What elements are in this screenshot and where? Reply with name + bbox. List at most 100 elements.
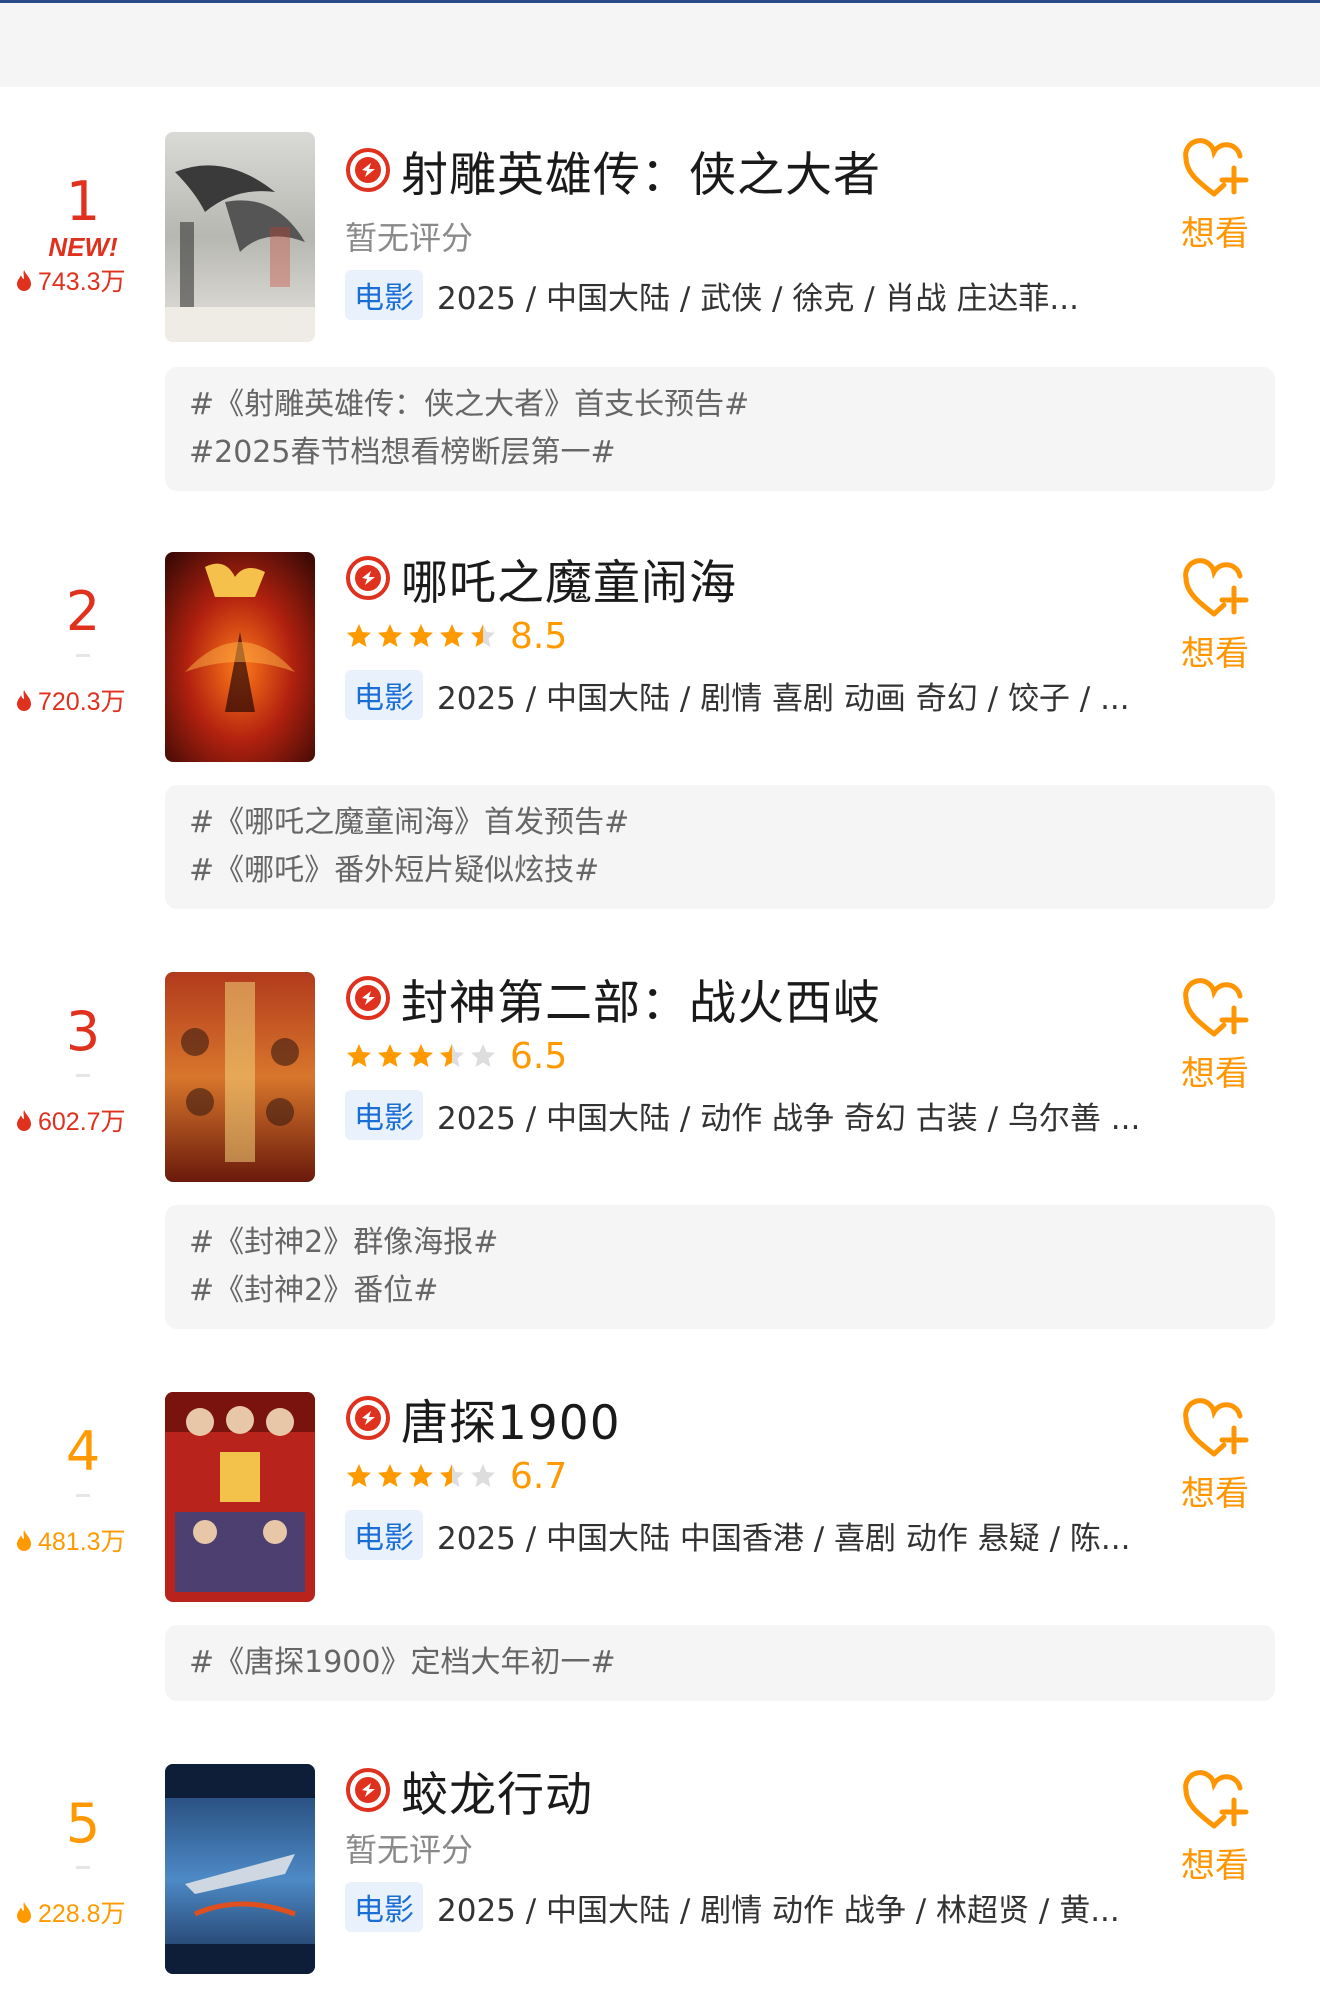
star-icon bbox=[471, 1464, 495, 1487]
star-rating bbox=[345, 622, 500, 650]
meta-row: 电影 2025 / 中国大陆 / 武侠 / 徐克 / 肖战 庄达菲... bbox=[345, 270, 1079, 320]
star-icon bbox=[440, 1044, 464, 1067]
want-to-watch-button[interactable]: 想看 bbox=[1170, 1770, 1260, 1887]
want-to-watch-button[interactable]: 想看 bbox=[1170, 978, 1260, 1095]
movie-title: 射雕英雄传：侠之大者 bbox=[401, 147, 881, 203]
heat-text: 720.3万 bbox=[38, 688, 126, 716]
star-icon bbox=[378, 1464, 402, 1487]
topic-link[interactable]: #《唐探1900》定档大年初一# bbox=[189, 1639, 1251, 1687]
topic-link[interactable]: #《哪吒》番外短片疑似炫技# bbox=[189, 847, 1251, 895]
heart-plus-icon bbox=[1183, 1398, 1249, 1457]
rank-number: 4 bbox=[65, 1420, 101, 1483]
meta-row: 电影 2025 / 中国大陆 中国香港 / 喜剧 动作 悬疑 / 陈... bbox=[345, 1510, 1130, 1560]
title-row[interactable]: 射雕英雄传：侠之大者 bbox=[345, 140, 881, 203]
no-rating-text: 暂无评分 bbox=[345, 1831, 474, 1869]
rating-row: 暂无评分 bbox=[345, 214, 473, 258]
rank-change-dash bbox=[76, 1866, 90, 1869]
heat-value: 228.8万 bbox=[14, 1899, 164, 1929]
movie-meta: 2025 / 中国大陆 / 武侠 / 徐克 / 肖战 庄达菲... bbox=[437, 280, 1079, 317]
star-icon bbox=[347, 624, 371, 647]
star-icon bbox=[378, 1044, 402, 1067]
header-bar bbox=[0, 3, 1320, 87]
want-label: 想看 bbox=[1181, 1054, 1249, 1094]
flame-icon bbox=[17, 690, 31, 711]
star-icon bbox=[409, 1044, 433, 1067]
movie-badge-icon bbox=[346, 1396, 390, 1440]
heart-plus-icon bbox=[1183, 1770, 1249, 1829]
heat-text: 743.3万 bbox=[38, 268, 126, 296]
rating-score: 8.5 bbox=[510, 615, 568, 657]
rank-number: 2 bbox=[65, 580, 101, 643]
heart-plus-icon bbox=[1183, 138, 1249, 197]
want-to-watch-button[interactable]: 想看 bbox=[1170, 138, 1260, 255]
star-icon bbox=[471, 624, 495, 647]
heart-plus-icon bbox=[1183, 978, 1249, 1037]
star-icon bbox=[347, 1044, 371, 1067]
want-to-watch-button[interactable]: 想看 bbox=[1170, 1398, 1260, 1515]
movie-badge-icon bbox=[346, 1768, 390, 1812]
movie-poster[interactable] bbox=[165, 972, 315, 1182]
topic-box: #《哪吒之魔童闹海》首发预告# #《哪吒》番外短片疑似炫技# bbox=[165, 785, 1275, 909]
title-row[interactable]: 唐探1900 bbox=[345, 1388, 621, 1451]
topic-link[interactable]: #《封神2》番位# bbox=[189, 1267, 1251, 1315]
topic-link[interactable]: #《射雕英雄传：侠之大者》首支长预告# bbox=[189, 381, 1251, 429]
heat-value: 481.3万 bbox=[14, 1527, 164, 1557]
title-row[interactable]: 哪吒之魔童闹海 bbox=[345, 548, 737, 611]
rating-score: 6.7 bbox=[510, 1455, 568, 1497]
rank-change-dash bbox=[76, 1074, 90, 1077]
want-label: 想看 bbox=[1181, 634, 1249, 674]
flame-icon bbox=[17, 1902, 31, 1923]
rating-row: 6.7 bbox=[345, 1454, 567, 1498]
movie-title: 哪吒之魔童闹海 bbox=[401, 555, 737, 611]
movie-badge-icon bbox=[346, 556, 390, 600]
movie-badge-icon bbox=[346, 148, 390, 192]
heart-plus-icon bbox=[1183, 558, 1249, 617]
want-to-watch-button[interactable]: 想看 bbox=[1170, 558, 1260, 675]
rank-change-dash bbox=[76, 654, 90, 657]
meta-row: 电影 2025 / 中国大陆 / 动作 战争 奇幻 古装 / 乌尔善 ... bbox=[345, 1090, 1140, 1140]
star-icon bbox=[471, 1044, 495, 1067]
rating-row: 8.5 bbox=[345, 614, 567, 658]
heat-text: 602.7万 bbox=[38, 1108, 126, 1136]
rank-change-dash bbox=[76, 1494, 90, 1497]
star-icon bbox=[409, 624, 433, 647]
flame-icon bbox=[17, 1530, 31, 1551]
movie-meta: 2025 / 中国大陆 / 剧情 喜剧 动画 奇幻 / 饺子 / ... bbox=[437, 680, 1130, 717]
heat-value: 743.3万 bbox=[14, 267, 164, 297]
movie-poster[interactable] bbox=[165, 1392, 315, 1602]
rank-number: 5 bbox=[65, 1792, 101, 1855]
topic-link[interactable]: #《封神2》群像海报# bbox=[189, 1219, 1251, 1267]
no-rating-text: 暂无评分 bbox=[345, 219, 474, 257]
heat-text: 481.3万 bbox=[38, 1528, 126, 1556]
star-rating bbox=[345, 1042, 500, 1070]
topic-link[interactable]: #《哪吒之魔童闹海》首发预告# bbox=[189, 799, 1251, 847]
movie-badge-icon bbox=[346, 976, 390, 1020]
type-tag: 电影 bbox=[345, 1510, 423, 1560]
star-icon bbox=[378, 624, 402, 647]
type-tag: 电影 bbox=[345, 1882, 423, 1932]
star-icon bbox=[440, 1464, 464, 1487]
star-icon bbox=[347, 1464, 371, 1487]
meta-row: 电影 2025 / 中国大陆 / 剧情 喜剧 动画 奇幻 / 饺子 / ... bbox=[345, 670, 1130, 720]
movie-poster[interactable] bbox=[165, 132, 315, 342]
title-row[interactable]: 蛟龙行动 bbox=[345, 1760, 593, 1823]
want-label: 想看 bbox=[1181, 1846, 1249, 1886]
movie-title: 封神第二部：战火西岐 bbox=[401, 975, 881, 1031]
want-label: 想看 bbox=[1181, 214, 1249, 254]
movie-meta: 2025 / 中国大陆 / 动作 战争 奇幻 古装 / 乌尔善 ... bbox=[437, 1100, 1141, 1137]
type-tag: 电影 bbox=[345, 1090, 423, 1140]
star-rating bbox=[345, 1462, 500, 1490]
topic-box: #《唐探1900》定档大年初一# bbox=[165, 1625, 1275, 1701]
rank-number: 3 bbox=[65, 1000, 101, 1063]
flame-icon bbox=[17, 1110, 31, 1131]
star-icon bbox=[409, 1464, 433, 1487]
topic-link[interactable]: #2025春节档想看榜断层第一# bbox=[189, 429, 1251, 477]
heat-value: 720.3万 bbox=[14, 687, 164, 717]
type-tag: 电影 bbox=[345, 270, 423, 320]
rank-number: 1 bbox=[65, 170, 101, 233]
title-row[interactable]: 封神第二部：战火西岐 bbox=[345, 968, 881, 1031]
movie-poster[interactable] bbox=[165, 1764, 315, 1974]
star-icon bbox=[440, 624, 464, 647]
topic-box: #《封神2》群像海报# #《封神2》番位# bbox=[165, 1205, 1275, 1329]
movie-poster[interactable] bbox=[165, 552, 315, 762]
